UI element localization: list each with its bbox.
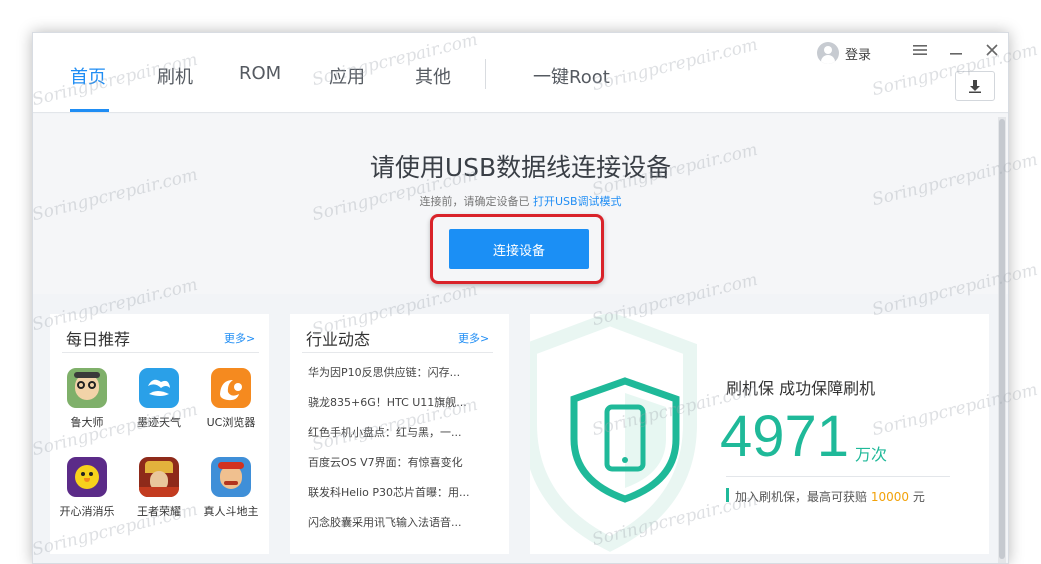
tab-apps[interactable]: 应用 — [329, 63, 365, 89]
news-item[interactable]: 红色手机小盘点：红与黑，一... — [308, 424, 462, 440]
divider — [302, 352, 493, 353]
close-icon[interactable] — [981, 39, 1003, 63]
tab-divider — [485, 59, 486, 89]
promo-sub-text: 加入刷机保，最高可获赔 — [735, 490, 868, 504]
active-tab-indicator — [70, 109, 109, 112]
news-item[interactable]: 联发科Helio P30芯片首曝：用... — [308, 484, 470, 500]
industry-news-card: 行业动态 更多> 华为因P10反思供应链：闪存... 骁龙835+6G！HTC … — [290, 314, 509, 554]
connect-title: 请使用USB数据线连接设备 — [369, 153, 672, 182]
honor-of-kings-icon — [139, 457, 179, 497]
top-nav-bar: 首页 刷机 ROM 应用 其他 一键Root 登录 — [33, 33, 1008, 113]
card-title: 行业动态 — [306, 330, 371, 349]
app-landlord[interactable]: 真人斗地主 — [196, 457, 266, 519]
app-label: 鲁大师 — [70, 416, 104, 429]
flash-guarantee-card[interactable]: 刷机保 成功保障刷机 4971 万次 加入刷机保，最高可获赔 10000 元 — [530, 314, 989, 554]
login-label: 登录 — [845, 47, 872, 63]
daily-recommend-card: 每日推荐 更多> 鲁大师 墨迹天气 UC浏览器 开心消消乐 王者荣耀 真人斗地主 — [50, 314, 269, 554]
landlord-icon — [211, 457, 251, 497]
download-icon — [969, 80, 981, 93]
divider — [726, 476, 950, 477]
avatar-icon — [817, 42, 839, 64]
moji-weather-icon — [139, 368, 179, 408]
usb-debug-link[interactable]: 打开USB调试模式 — [533, 195, 622, 208]
connect-device-button[interactable]: 连接设备 — [449, 229, 589, 269]
app-label: 真人斗地主 — [203, 505, 259, 518]
vertical-scrollbar[interactable] — [998, 117, 1006, 563]
promo-subtitle: 加入刷机保，最高可获赔 10000 元 — [735, 488, 925, 505]
news-item[interactable]: 华为因P10反思供应链：闪存... — [308, 364, 460, 380]
app-honor-of-kings[interactable]: 王者荣耀 — [124, 457, 194, 519]
app-happy-match[interactable]: 开心消消乐 — [52, 457, 122, 519]
app-uc-browser[interactable]: UC浏览器 — [196, 368, 266, 430]
divider — [62, 352, 259, 353]
news-item[interactable]: 百度云OS V7界面：有惊喜变化 — [308, 454, 463, 470]
connect-hint: 连接前，请确定设备已 打开USB调试模式 — [33, 193, 1008, 209]
promo-amount: 10000 — [870, 490, 910, 504]
promo-title: 刷机保 成功保障刷机 — [726, 379, 876, 398]
tab-home[interactable]: 首页 — [70, 63, 106, 89]
shield-phone-icon — [570, 377, 680, 503]
uc-browser-icon — [211, 368, 251, 408]
app-label: 开心消消乐 — [59, 505, 115, 518]
tab-other[interactable]: 其他 — [415, 63, 451, 89]
menu-icon[interactable] — [909, 39, 931, 63]
tab-one-key-root[interactable]: 一键Root — [533, 63, 610, 89]
promo-sub-suffix: 元 — [912, 490, 925, 504]
card-title: 每日推荐 — [66, 330, 131, 349]
ludashi-icon — [67, 368, 107, 408]
app-label: UC浏览器 — [206, 416, 256, 429]
promo-count: 4971 — [720, 404, 850, 469]
minimize-icon[interactable] — [945, 39, 967, 63]
promo-unit: 万次 — [855, 445, 888, 464]
news-item[interactable]: 骁龙835+6G！HTC U11旗舰... — [308, 394, 467, 410]
more-link[interactable]: 更多> — [458, 330, 489, 346]
app-label: 墨迹天气 — [137, 416, 181, 429]
download-button[interactable] — [955, 71, 995, 101]
tab-rom[interactable]: ROM — [239, 63, 281, 84]
app-ludashi[interactable]: 鲁大师 — [52, 368, 122, 430]
connect-device-panel: 请使用USB数据线连接设备 连接前，请确定设备已 打开USB调试模式 连接设备 — [33, 114, 1008, 294]
app-moji-weather[interactable]: 墨迹天气 — [124, 368, 194, 430]
app-window: 首页 刷机 ROM 应用 其他 一键Root 登录 请使用USB数据线连接设备 … — [32, 32, 1009, 564]
login-button[interactable]: 登录 — [817, 41, 871, 65]
scrollbar-thumb[interactable] — [999, 119, 1005, 559]
news-item[interactable]: 闪念胶囊采用讯飞输入法语音... — [308, 514, 462, 530]
tab-flash[interactable]: 刷机 — [157, 63, 193, 89]
connect-hint-text: 连接前，请确定设备已 — [419, 195, 530, 208]
app-label: 王者荣耀 — [137, 505, 181, 518]
accent-bar — [726, 488, 729, 502]
happy-match-icon — [67, 457, 107, 497]
more-link[interactable]: 更多> — [224, 330, 255, 346]
